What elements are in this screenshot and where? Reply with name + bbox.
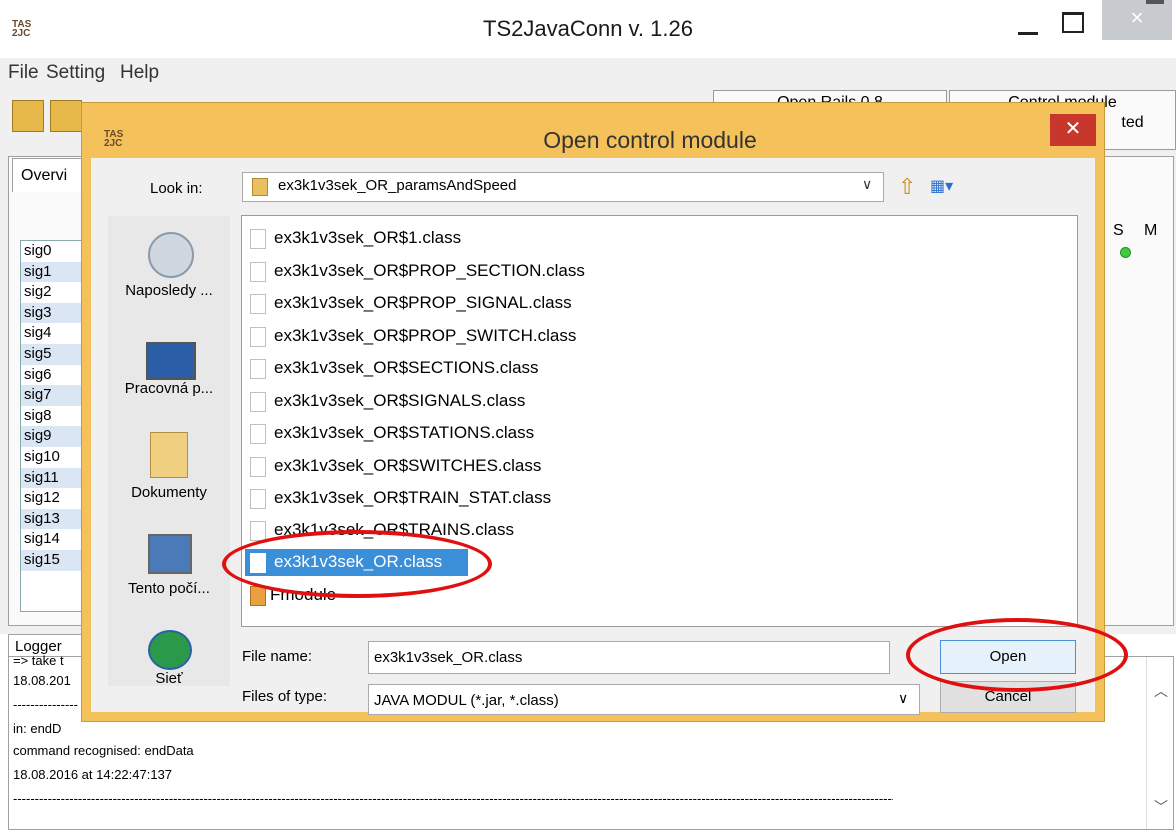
network-icon[interactable] xyxy=(148,630,192,670)
log-line: command recognised: endData xyxy=(13,743,194,758)
up-folder-icon[interactable]: ⇧ xyxy=(898,174,916,200)
file-item[interactable]: ex3k1v3sek_OR$SECTIONS.class xyxy=(274,356,539,380)
signal-row[interactable]: sig15 xyxy=(21,549,89,571)
menu-file[interactable]: File xyxy=(8,62,39,84)
file-icon xyxy=(250,392,266,412)
file-icon xyxy=(250,262,266,282)
file-icon xyxy=(250,424,266,444)
signal-row[interactable]: sig2 xyxy=(21,282,89,303)
file-icon xyxy=(250,294,266,314)
place-computer[interactable]: Tento počí... xyxy=(108,580,230,597)
menu-bar: File Setting Help xyxy=(0,58,1176,90)
signal-row[interactable]: sig11 xyxy=(21,467,89,489)
save-folder-icon[interactable] xyxy=(50,100,82,132)
dialog-title: Open control module xyxy=(543,127,757,153)
documents-icon[interactable] xyxy=(150,432,188,478)
signal-row[interactable]: sig14 xyxy=(21,529,89,550)
file-item[interactable]: ex3k1v3sek_OR$STATIONS.class xyxy=(274,421,534,445)
look-in-label: Look in: xyxy=(150,180,203,197)
place-recent[interactable]: Naposledy ... xyxy=(108,282,230,299)
maximize-button[interactable] xyxy=(1046,2,1094,42)
place-network[interactable]: Sieť xyxy=(108,670,230,687)
signal-row[interactable]: sig7 xyxy=(21,385,89,406)
log-line: 18.08.201 xyxy=(13,673,71,688)
menu-help[interactable]: Help xyxy=(120,62,159,84)
file-icon xyxy=(250,489,266,509)
file-item[interactable]: ex3k1v3sek_OR$PROP_SECTION.class xyxy=(274,259,585,283)
signal-row[interactable]: sig6 xyxy=(21,365,89,386)
signal-row[interactable]: sig12 xyxy=(21,488,89,509)
file-icon xyxy=(250,457,266,477)
title-dash xyxy=(1146,0,1164,4)
log-line: => take t xyxy=(13,653,64,668)
java-file-icon xyxy=(250,586,266,606)
recent-icon[interactable] xyxy=(148,232,194,278)
chevron-down-icon[interactable]: ∨ xyxy=(898,690,908,707)
signal-row[interactable]: sig4 xyxy=(21,323,89,344)
signal-row[interactable]: sig10 xyxy=(21,447,89,468)
place-documents[interactable]: Dokumenty xyxy=(108,484,230,501)
file-icon xyxy=(250,229,266,249)
signal-row[interactable]: sig0 xyxy=(21,241,89,262)
log-line: ----------------------------------------… xyxy=(13,791,893,806)
menu-setting[interactable]: Setting xyxy=(46,62,105,84)
module-status-sub: ted xyxy=(1121,114,1144,131)
file-type-label: Files of type: xyxy=(242,688,328,705)
place-desktop[interactable]: Pracovná p... xyxy=(108,380,230,397)
scroll-up-icon[interactable]: ︿ xyxy=(1154,681,1168,701)
logger-scrollbar[interactable]: ︿ ﹀ xyxy=(1146,657,1172,829)
file-item[interactable]: ex3k1v3sek_OR$SIGNALS.class xyxy=(274,389,525,413)
chevron-down-icon[interactable]: ∨ xyxy=(862,176,872,193)
log-line: in: endD xyxy=(13,721,62,736)
signal-row[interactable]: sig8 xyxy=(21,406,89,427)
file-name-input[interactable]: ex3k1v3sek_OR.class xyxy=(368,641,890,674)
dialog-close-button[interactable]: ✕ xyxy=(1050,114,1096,146)
file-item[interactable]: ex3k1v3sek_OR$PROP_SWITCH.class xyxy=(274,324,576,348)
column-m-header: M xyxy=(1144,222,1158,239)
signal-row[interactable]: sig3 xyxy=(21,302,89,324)
file-icon xyxy=(250,327,266,347)
minimize-button[interactable] xyxy=(1000,2,1044,42)
file-item[interactable]: ex3k1v3sek_OR$PROP_SIGNAL.class xyxy=(274,291,572,315)
signal-list: sig0 sig1 sig2 sig3 sig4 sig5 sig6 sig7 … xyxy=(20,240,90,612)
signal-row[interactable]: sig1 xyxy=(21,261,89,283)
file-name-label: File name: xyxy=(242,648,313,665)
folder-icon xyxy=(252,178,268,196)
dialog-icon: TAS 2JC xyxy=(104,129,124,149)
close-button[interactable]: × xyxy=(1102,0,1172,40)
highlight-oval-file xyxy=(222,530,492,598)
file-icon xyxy=(250,521,266,541)
look-in-value: ex3k1v3sek_OR_paramsAndSpeed xyxy=(278,177,517,194)
file-item[interactable]: ex3k1v3sek_OR$1.class xyxy=(274,226,461,250)
log-line: 18.08.2016 at 14:22:47:137 xyxy=(13,767,173,782)
file-item[interactable]: ex3k1v3sek_OR$SWITCHES.class xyxy=(274,454,541,478)
open-folder-icon[interactable] xyxy=(12,100,44,132)
scroll-down-icon[interactable]: ﹀ xyxy=(1154,797,1168,817)
desktop-icon[interactable] xyxy=(146,342,196,380)
log-line: --------------- xyxy=(13,697,78,712)
status-dot xyxy=(1120,247,1131,258)
file-type-select[interactable]: JAVA MODUL (*.jar, *.class) xyxy=(368,684,920,715)
computer-icon[interactable] xyxy=(148,534,192,574)
file-icon xyxy=(250,359,266,379)
column-s-header: S xyxy=(1113,222,1124,239)
signal-row[interactable]: sig13 xyxy=(21,508,89,530)
signal-row[interactable]: sig9 xyxy=(21,426,89,447)
view-menu-icon[interactable]: ▦▾ xyxy=(930,176,958,196)
file-item[interactable]: ex3k1v3sek_OR$TRAIN_STAT.class xyxy=(274,486,551,510)
signal-row[interactable]: sig5 xyxy=(21,343,89,365)
highlight-oval-open xyxy=(906,618,1128,692)
